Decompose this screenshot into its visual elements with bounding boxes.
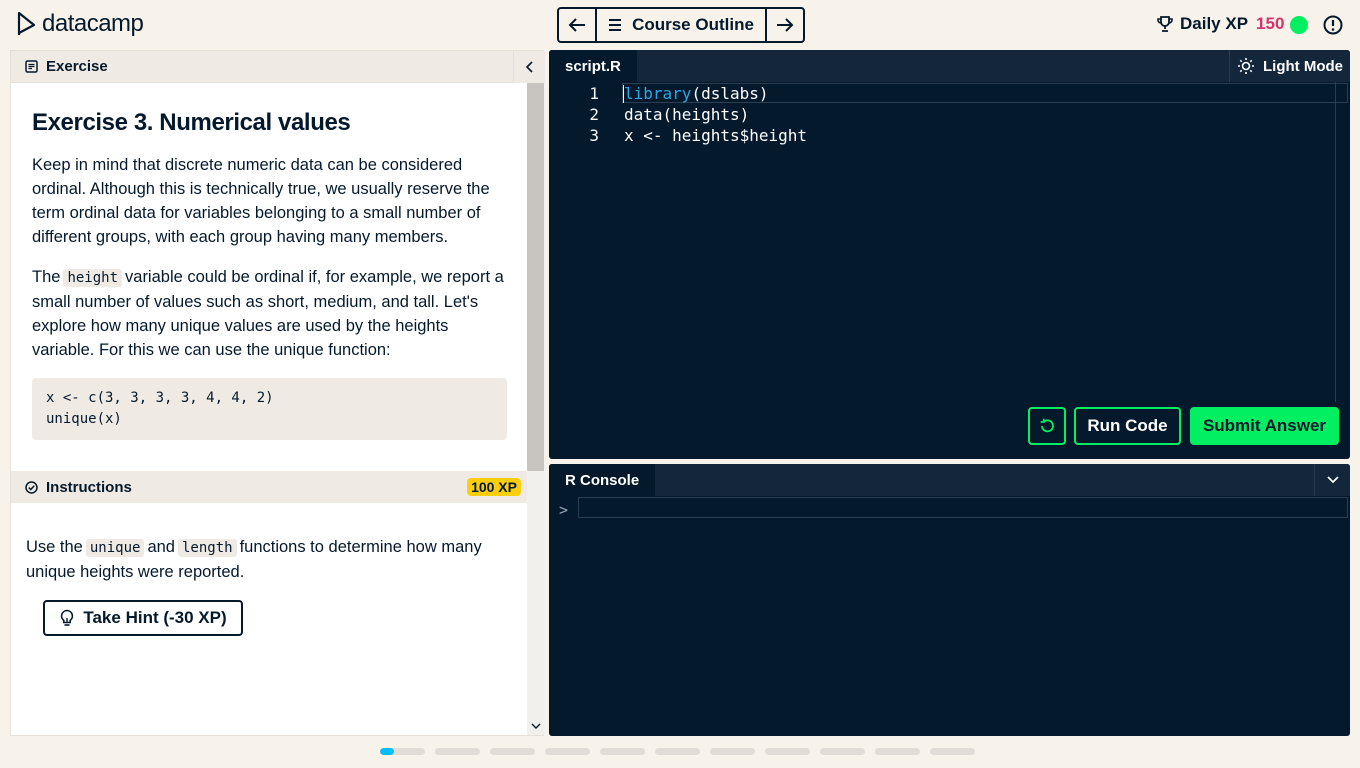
take-hint-button[interactable]: Take Hint (-30 XP) [43, 600, 243, 636]
exercise-progress [380, 748, 975, 755]
arrow-left-icon [568, 18, 585, 32]
progress-segment[interactable] [655, 748, 700, 755]
reset-icon [1040, 418, 1054, 433]
progress-segment[interactable] [875, 748, 920, 755]
submit-answer-button[interactable]: Submit Answer [1190, 407, 1339, 445]
panel-scrollbar[interactable] [527, 83, 544, 735]
progress-segment[interactable] [600, 748, 645, 755]
exercise-paragraph-2: The height variable could be ordinal if, f… [32, 265, 507, 362]
code-line-text: library(dslabs) [624, 84, 769, 103]
exercise-panel: Exercise Exercise 3. Numerical values Ke… [10, 50, 545, 736]
exercise-content: Exercise 3. Numerical values Keep in min… [32, 109, 507, 440]
menu-icon [609, 19, 622, 31]
logo-text: datacamp [42, 10, 144, 37]
code-line-text: data(heights) [624, 105, 750, 124]
chevron-left-icon [525, 61, 533, 73]
document-icon [25, 60, 38, 73]
lightbulb-icon [61, 609, 74, 626]
next-exercise-button[interactable] [767, 9, 803, 41]
progress-segment[interactable] [380, 748, 425, 755]
console-input[interactable] [578, 497, 1348, 518]
instr-text-before: Use the [26, 538, 83, 556]
tab-script-r[interactable]: script.R [549, 50, 637, 82]
status-indicator[interactable] [1290, 16, 1308, 34]
progress-segment[interactable] [490, 748, 535, 755]
code-keyword: library [624, 84, 692, 103]
code-line[interactable]: 3 x <- heights$height [549, 125, 1335, 146]
inline-code-height: height [63, 269, 123, 287]
exercise-tab[interactable]: Exercise [11, 51, 543, 83]
console-toggle-button[interactable] [1314, 464, 1350, 496]
scroll-down-button[interactable] [527, 718, 544, 735]
sun-icon [1238, 58, 1254, 74]
instructions-label: Instructions [46, 478, 132, 496]
code-line[interactable]: 1 library(dslabs) [549, 83, 1335, 104]
daily-xp-label: Daily XP [1180, 14, 1249, 33]
scrollbar-thumb[interactable] [527, 83, 544, 471]
console-tab-bar: R Console [549, 464, 1350, 496]
example-code-block: x <- c(3, 3, 3, 3, 4, 4, 2) unique(x) [32, 378, 507, 440]
course-nav: Course Outline [557, 7, 805, 43]
collapse-panel-button[interactable] [513, 51, 545, 83]
text-cursor [623, 85, 624, 103]
exercise-paragraph-1: Keep in mind that discrete numeric data … [32, 156, 490, 246]
code-editor: script.R Light Mode 1 library(dslabs) 2 dat… [549, 50, 1350, 459]
daily-xp[interactable]: Daily XP 150 [1156, 14, 1284, 34]
inline-code-length: length [177, 539, 237, 557]
r-console: R Console > [549, 464, 1350, 736]
xp-badge: 100 XP [467, 478, 521, 496]
check-circle-icon [25, 480, 38, 494]
code-input-area[interactable]: 1 library(dslabs) 2 data(heights) 3 x <- heig… [549, 82, 1348, 402]
course-outline-button[interactable]: Course Outline [595, 9, 767, 41]
progress-segment[interactable] [820, 748, 865, 755]
exercise-tab-label: Exercise [46, 58, 108, 75]
editor-scrollbar[interactable] [1335, 82, 1336, 402]
progress-segment[interactable] [435, 748, 480, 755]
tab-r-console[interactable]: R Console [549, 464, 656, 496]
para2-text-before: The [32, 268, 61, 286]
line-number: 3 [589, 126, 599, 145]
instructions-header: Instructions 100 XP [11, 471, 527, 503]
previous-exercise-button[interactable] [559, 9, 595, 41]
light-mode-label: Light Mode [1263, 57, 1343, 75]
progress-fill [380, 748, 394, 755]
reset-code-button[interactable] [1028, 407, 1066, 445]
chevron-down-icon [1326, 476, 1339, 484]
run-code-button[interactable]: Run Code [1074, 407, 1181, 445]
take-hint-label: Take Hint (-30 XP) [83, 608, 227, 627]
exercise-title: Exercise 3. Numerical values [32, 109, 351, 136]
alert-icon[interactable] [1323, 15, 1343, 35]
daily-xp-value: 150 [1256, 14, 1285, 33]
trophy-icon [1157, 16, 1173, 32]
instr-text-mid: and [147, 538, 175, 556]
light-mode-toggle[interactable]: Light Mode [1229, 50, 1350, 82]
datacamp-logo-icon [17, 11, 36, 35]
chevron-down-icon [531, 723, 540, 729]
course-outline-label: Course Outline [632, 15, 754, 34]
console-prompt: > [559, 501, 569, 519]
instructions-text: Use the unique and length functions to deter… [26, 535, 511, 584]
progress-segment[interactable] [710, 748, 755, 755]
arrow-right-icon [777, 18, 794, 32]
top-header: datacamp Course Outline Daily XP 150 [0, 0, 1360, 50]
editor-tab-bar: script.R Light Mode [549, 50, 1350, 82]
datacamp-logo[interactable]: datacamp [16, 10, 144, 38]
line-number: 2 [589, 105, 599, 124]
inline-code-unique: unique [85, 539, 145, 557]
progress-segment[interactable] [765, 748, 810, 755]
line-number: 1 [589, 84, 599, 103]
code-line-text: x <- heights$height [624, 126, 808, 145]
code-line[interactable]: 2 data(heights) [549, 104, 1335, 125]
progress-segment[interactable] [545, 748, 590, 755]
progress-segment[interactable] [930, 748, 975, 755]
